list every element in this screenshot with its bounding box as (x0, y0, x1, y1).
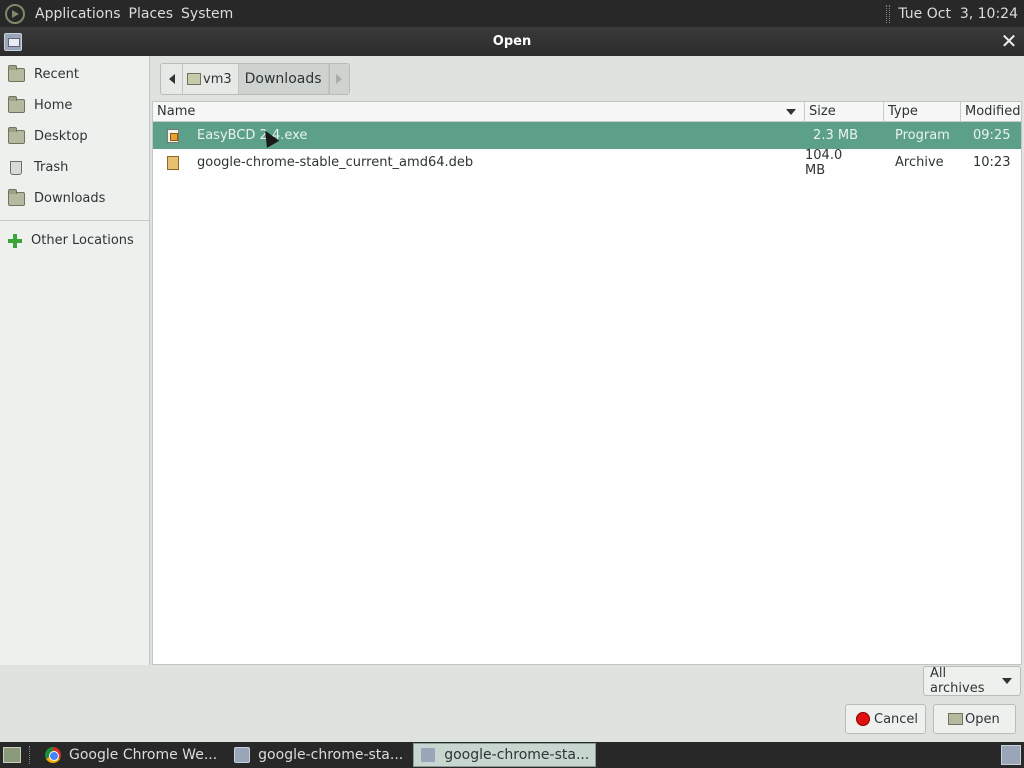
home-icon (187, 73, 201, 85)
distro-logo-icon[interactable] (5, 3, 25, 24)
path-scroll-left-button[interactable] (161, 64, 183, 94)
trash-icon (10, 160, 22, 175)
column-header-label: Name (157, 104, 196, 119)
cancel-button[interactable]: Cancel (845, 704, 926, 734)
panel-handle[interactable] (886, 4, 891, 23)
window-title: Open (492, 34, 532, 49)
window-titlebar[interactable]: Open ✕ (0, 27, 1024, 56)
taskbar-task-dialog[interactable]: google-chrome-sta... (227, 743, 410, 767)
sidebar-item-home[interactable]: Home (0, 90, 149, 121)
sidebar-item-label: Other Locations (31, 233, 134, 248)
close-icon[interactable]: ✕ (1000, 31, 1018, 51)
file-name-cell: google-chrome-stable_current_amd64.deb (153, 155, 805, 170)
column-header-name[interactable]: Name (153, 102, 805, 121)
taskbar-task-label: google-chrome-sta... (258, 747, 404, 763)
open-button-label: Open (965, 711, 1000, 727)
menu-system[interactable]: System (177, 6, 237, 22)
chrome-icon (45, 747, 61, 763)
file-modified: 09:25 (973, 128, 1011, 143)
open-button[interactable]: Open (933, 704, 1016, 734)
sidebar-item-label: Home (34, 98, 73, 113)
file-filter-dropdown[interactable]: All archives (923, 666, 1021, 696)
taskbar-task-label: Google Chrome We... (69, 747, 218, 763)
file-list: Name Size Type Modified EasyBCD 2.4.exe … (152, 101, 1022, 665)
file-size: 2.3 MB (813, 128, 858, 143)
places-sidebar: Recent Home Desktop Trash Downloads Othe… (0, 56, 150, 665)
executable-file-icon (167, 128, 179, 143)
chevron-down-icon (1002, 678, 1012, 684)
sidebar-item-trash[interactable]: Trash (0, 152, 149, 183)
file-type: Program (895, 128, 950, 143)
sidebar-item-label: Desktop (34, 129, 88, 144)
sidebar-item-other-locations[interactable]: Other Locations (0, 225, 149, 256)
file-row[interactable]: EasyBCD 2.4.exe 2.3 MB Program 09:25 (153, 122, 1021, 149)
path-scroll-right-button[interactable] (328, 64, 349, 94)
taskbar-task-label: google-chrome-sta... (444, 747, 590, 763)
open-folder-icon (948, 713, 963, 725)
workspace-switcher-icon[interactable] (1001, 745, 1021, 765)
menu-applications[interactable]: Applications (31, 6, 125, 22)
archive-file-icon (167, 155, 179, 170)
panel-right: Tue Oct 3, 10:24 (886, 4, 1018, 23)
sidebar-item-label: Recent (34, 67, 79, 82)
dialog-icon (420, 747, 437, 763)
sidebar-item-label: Trash (34, 160, 69, 175)
path-bar: vm3 Downloads (160, 63, 350, 95)
column-header-modified[interactable]: Modified (961, 102, 1021, 121)
path-button-label: vm3 (203, 71, 232, 87)
column-header-type[interactable]: Type (884, 102, 961, 121)
dialog-icon (234, 747, 251, 763)
top-panel: Applications Places System Tue Oct 3, 10… (0, 0, 1024, 27)
recent-folder-icon (8, 64, 25, 82)
sidebar-item-label: Downloads (34, 191, 106, 206)
home-folder-icon (8, 95, 25, 113)
file-modified: 10:23 (973, 155, 1011, 170)
path-button-label: Downloads (244, 71, 322, 87)
file-name-cell: EasyBCD 2.4.exe (153, 128, 805, 143)
file-size: 104.0 MB (805, 147, 843, 178)
clock[interactable]: Tue Oct 3, 10:24 (898, 6, 1018, 22)
taskbar-task-dialog-active[interactable]: google-chrome-sta... (413, 743, 597, 767)
column-header-label: Modified (965, 104, 1021, 119)
column-header-size[interactable]: Size (805, 102, 884, 121)
path-button-downloads[interactable]: Downloads (238, 64, 329, 94)
menu-places[interactable]: Places (125, 6, 178, 22)
file-name: EasyBCD 2.4.exe (197, 128, 308, 143)
window-menu-icon[interactable] (4, 32, 22, 51)
sidebar-divider (0, 220, 149, 221)
file-filter-label: All archives (930, 666, 985, 696)
file-row[interactable]: google-chrome-stable_current_amd64.deb 1… (153, 147, 1021, 178)
plus-icon (8, 233, 22, 248)
path-button-home[interactable]: vm3 (183, 64, 239, 94)
sort-down-icon (786, 109, 796, 115)
column-header-label: Size (809, 104, 836, 119)
column-header-row: Name Size Type Modified (153, 102, 1021, 122)
cancel-button-label: Cancel (874, 711, 919, 727)
sidebar-item-recent[interactable]: Recent (0, 59, 149, 90)
column-header-label: Type (888, 104, 918, 119)
taskbar-task-chrome[interactable]: Google Chrome We... (38, 743, 224, 767)
downloads-folder-icon (8, 188, 25, 206)
file-chooser-dialog: Recent Home Desktop Trash Downloads Othe… (0, 56, 1024, 742)
cancel-icon (856, 712, 870, 726)
bottom-taskbar: Google Chrome We... google-chrome-sta...… (0, 742, 1024, 768)
desktop-folder-icon (8, 126, 25, 144)
sidebar-item-desktop[interactable]: Desktop (0, 121, 149, 152)
show-desktop-icon[interactable] (3, 747, 21, 763)
sidebar-item-downloads[interactable]: Downloads (0, 183, 149, 214)
file-type: Archive (895, 155, 944, 170)
file-name: google-chrome-stable_current_amd64.deb (197, 155, 474, 170)
taskbar-handle[interactable] (29, 746, 32, 764)
